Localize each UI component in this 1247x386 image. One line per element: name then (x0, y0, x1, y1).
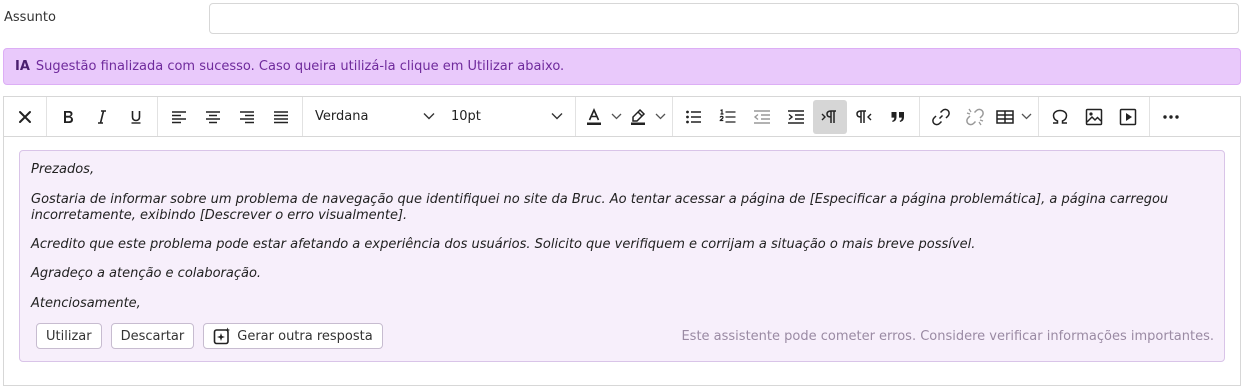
regenerate-suggestion-button[interactable]: Gerar outra resposta (203, 323, 383, 349)
bold-icon[interactable] (51, 100, 85, 134)
rich-text-editor: Verdana 10pt Prezados, Gostaria de infor… (3, 96, 1241, 386)
toolbar-separator (302, 97, 303, 136)
sparkle-icon (213, 327, 231, 345)
toolbar-separator (672, 97, 673, 136)
chevron-down-icon[interactable] (1018, 113, 1034, 120)
align-justify-icon[interactable] (264, 100, 298, 134)
toolbar-separator (575, 97, 576, 136)
link-icon[interactable] (924, 100, 958, 134)
ia-banner-message: Sugestão finalizada com sucesso. Caso qu… (35, 59, 565, 74)
text-color-button[interactable] (580, 100, 624, 134)
subject-input[interactable] (209, 3, 1239, 34)
chevron-down-icon (551, 109, 563, 124)
rtl-icon[interactable] (847, 100, 881, 134)
indent-icon[interactable] (779, 100, 813, 134)
close-icon[interactable] (8, 100, 42, 134)
font-size-value: 10pt (451, 109, 481, 124)
font-family-value: Verdana (315, 109, 369, 124)
media-icon[interactable] (1111, 100, 1145, 134)
align-right-icon[interactable] (230, 100, 264, 134)
ai-disclaimer: Este assistente pode cometer erros. Cons… (681, 329, 1214, 344)
bullet-list-icon[interactable] (677, 100, 711, 134)
toolbar-separator (46, 97, 47, 136)
suggestion-paragraph: Atenciosamente, (31, 296, 141, 311)
suggestion-paragraph: Gostaria de informar sobre um problema d… (31, 192, 1169, 223)
ia-tag: IA (15, 59, 30, 74)
suggestion-paragraph: Acredito que este problema pode estar af… (31, 237, 976, 252)
align-left-icon[interactable] (162, 100, 196, 134)
font-size-select[interactable]: 10pt (443, 100, 571, 134)
editor-toolbar: Verdana 10pt (4, 97, 1240, 137)
toolbar-separator (157, 97, 158, 136)
table-icon[interactable] (992, 100, 1018, 134)
font-family-select[interactable]: Verdana (307, 100, 443, 134)
chevron-down-icon[interactable] (652, 113, 668, 120)
highlight-icon[interactable] (624, 100, 652, 134)
blockquote-icon[interactable] (881, 100, 915, 134)
special-char-icon[interactable] (1043, 100, 1077, 134)
more-icon[interactable] (1154, 100, 1188, 134)
align-center-icon[interactable] (196, 100, 230, 134)
numbered-list-icon[interactable] (711, 100, 745, 134)
ltr-icon[interactable] (813, 99, 847, 134)
chevron-down-icon[interactable] (608, 113, 624, 120)
highlight-color-button[interactable] (624, 100, 668, 134)
image-icon[interactable] (1077, 100, 1111, 134)
discard-suggestion-button[interactable]: Descartar (110, 323, 195, 349)
ai-suggestion-box: Prezados, Gostaria de informar sobre um … (19, 150, 1225, 362)
suggestion-paragraph: Agradeço a atenção e colaboração. (31, 266, 262, 281)
regenerate-label: Gerar outra resposta (237, 328, 373, 344)
use-suggestion-button[interactable]: Utilizar (36, 323, 102, 349)
subject-label: Assunto (4, 10, 56, 25)
italic-icon[interactable] (85, 100, 119, 134)
toolbar-separator (919, 97, 920, 136)
suggestion-actions: Utilizar Descartar Gerar outra resposta (36, 323, 383, 349)
chevron-down-icon (423, 109, 435, 124)
ia-success-banner: IA Sugestão finalizada com sucesso. Caso… (3, 48, 1241, 85)
underline-icon[interactable] (119, 100, 153, 134)
toolbar-separator (1038, 97, 1039, 136)
outdent-icon[interactable] (745, 100, 779, 134)
subject-row: Assunto (0, 0, 1247, 40)
toolbar-separator (1149, 97, 1150, 136)
table-button[interactable] (992, 100, 1034, 134)
suggestion-paragraph: Prezados, (31, 162, 95, 177)
text-color-icon[interactable] (580, 100, 608, 134)
unlink-icon[interactable] (958, 100, 992, 134)
